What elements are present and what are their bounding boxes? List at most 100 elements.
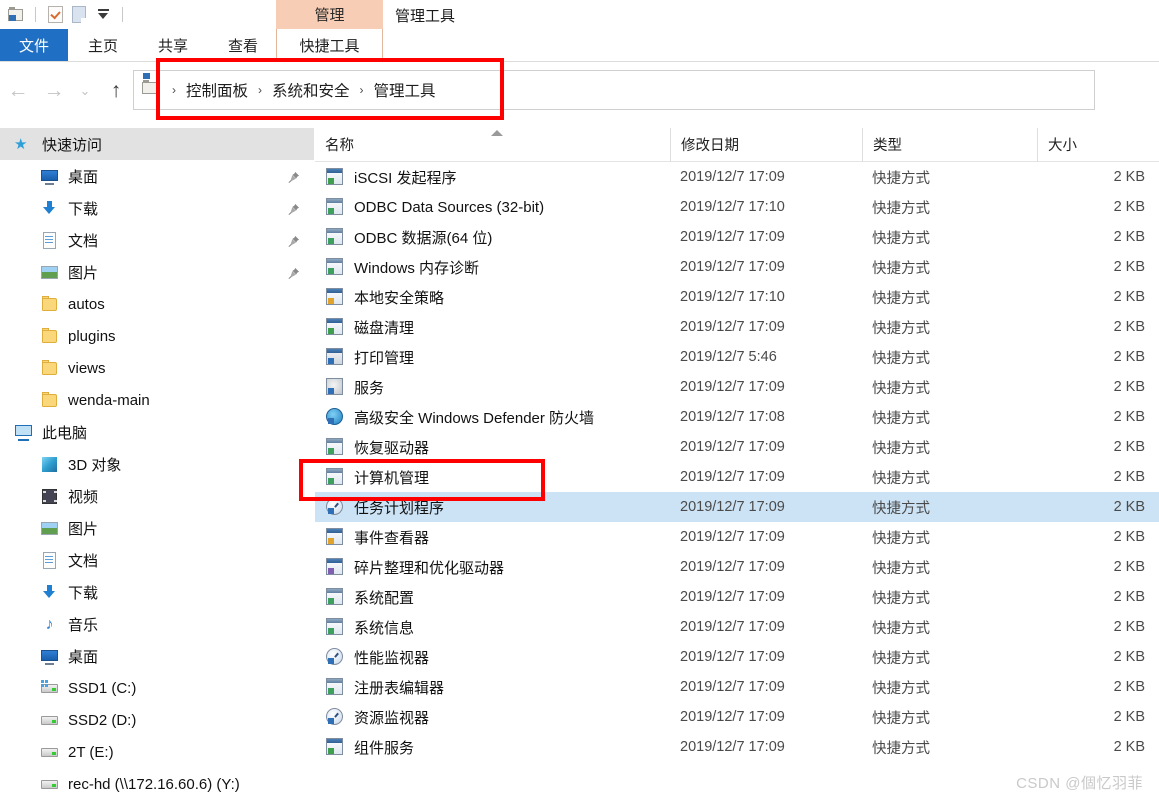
file-date: 2019/12/7 17:08 [680, 409, 785, 425]
breadcrumb-separator-2: › [359, 83, 364, 97]
sidebar-item[interactable]: 图片 [0, 512, 314, 544]
sidebar-item[interactable]: 下载 [0, 192, 314, 224]
sidebar-item-label: 视频 [68, 488, 99, 506]
table-row[interactable]: iSCSI 发起程序 2019/12/7 17:09 快捷方式 2 KB [315, 162, 1159, 192]
pin-icon[interactable] [288, 234, 300, 248]
sidebar-item[interactable]: 桌面 [0, 640, 314, 672]
computer-management-icon [325, 468, 345, 486]
breadcrumb-item-administrative-tools[interactable]: 管理工具 [368, 79, 442, 101]
file-name: 恢复驱动器 [354, 439, 430, 457]
table-row[interactable]: 注册表编辑器 2019/12/7 17:09 快捷方式 2 KB [315, 672, 1159, 702]
table-row[interactable]: 计算机管理 2019/12/7 17:09 快捷方式 2 KB [315, 462, 1159, 492]
file-name: 打印管理 [354, 349, 415, 367]
paste-icon[interactable] [67, 3, 91, 25]
table-row[interactable]: 系统配置 2019/12/7 17:09 快捷方式 2 KB [315, 582, 1159, 612]
column-header-date[interactable]: 修改日期 [670, 127, 862, 162]
sidebar-item[interactable]: ♪ 音乐 [0, 608, 314, 640]
back-button[interactable]: ← [0, 73, 36, 109]
sidebar-item[interactable]: wenda-main [0, 384, 314, 416]
file-type: 快捷方式 [872, 170, 930, 187]
contextual-tab-group-label: 管理 [314, 7, 345, 24]
table-row[interactable]: 磁盘清理 2019/12/7 17:09 快捷方式 2 KB [315, 312, 1159, 342]
table-row[interactable]: ODBC Data Sources (32-bit) 2019/12/7 17:1… [315, 192, 1159, 222]
sidebar-item[interactable]: rec-hd (\\172.16.60.6) (Y:) [0, 768, 314, 800]
performance-monitor-icon [325, 648, 345, 666]
drive-icon [40, 744, 59, 761]
folder-properties-icon[interactable] [4, 3, 28, 25]
new-item-icon[interactable] [43, 3, 67, 25]
sidebar-item[interactable]: 文档 [0, 224, 314, 256]
sidebar-item[interactable]: 2T (E:) [0, 736, 314, 768]
cell-name: 资源监视器 [315, 707, 670, 728]
navigation-pane[interactable]: ★ 快速访问 桌面 下载 文档 图片 autos plugins views wenda-main… [0, 128, 314, 801]
tab-home[interactable]: 主页 [68, 29, 138, 61]
column-header-name[interactable]: 名称 [315, 128, 670, 162]
sidebar-item[interactable]: plugins [0, 320, 314, 352]
sidebar-item[interactable]: autos [0, 288, 314, 320]
tab-shortcut-tools[interactable]: 快捷工具 [276, 29, 383, 61]
sidebar-section-quick-access[interactable]: ★ 快速访问 [0, 128, 314, 160]
sidebar-item-label: 2T (E:) [68, 743, 114, 761]
breadcrumb-item-system-and-security[interactable]: 系统和安全 [266, 79, 356, 101]
sidebar-item[interactable]: SSD1 (C:) [0, 672, 314, 704]
table-row[interactable]: 高级安全 Windows Defender 防火墙 2019/12/7 17:08… [315, 402, 1159, 432]
table-row[interactable]: 组件服务 2019/12/7 17:09 快捷方式 2 KB [315, 732, 1159, 762]
breadcrumb-item-control-panel[interactable]: 控制面板 [180, 79, 254, 101]
column-header-type[interactable]: 类型 [862, 127, 1037, 162]
sidebar-section-this-pc[interactable]: 此电脑 [0, 416, 314, 448]
pin-icon[interactable] [288, 170, 300, 184]
table-row[interactable]: ODBC 数据源(64 位) 2019/12/7 17:09 快捷方式 2 KB [315, 222, 1159, 252]
sidebar-item[interactable]: 3D 对象 [0, 448, 314, 480]
file-type: 快捷方式 [872, 740, 930, 757]
up-button[interactable]: ↑ [98, 73, 134, 109]
table-row[interactable]: 事件查看器 2019/12/7 17:09 快捷方式 2 KB [315, 522, 1159, 552]
table-row[interactable]: 碎片整理和优化驱动器 2019/12/7 17:09 快捷方式 2 KB [315, 552, 1159, 582]
sidebar-item-label: plugins [68, 327, 116, 345]
sidebar-item[interactable]: 下载 [0, 576, 314, 608]
downloads-icon [40, 200, 59, 217]
sidebar-item[interactable]: 视频 [0, 480, 314, 512]
toolbar-divider-1 [35, 6, 36, 22]
customize-caret-icon[interactable] [91, 3, 115, 25]
file-date: 2019/12/7 17:09 [680, 469, 785, 485]
recent-locations-button[interactable]: ⌄ [72, 73, 98, 109]
file-type: 快捷方式 [872, 350, 930, 367]
address-bar[interactable]: › 控制面板 › 系统和安全 › 管理工具 [133, 70, 1095, 110]
sidebar-item-label: 桌面 [68, 648, 99, 666]
table-row[interactable]: 性能监视器 2019/12/7 17:09 快捷方式 2 KB [315, 642, 1159, 672]
sidebar-item[interactable]: 桌面 [0, 160, 314, 192]
sidebar-item-label: wenda-main [68, 391, 150, 409]
table-row[interactable]: 系统信息 2019/12/7 17:09 快捷方式 2 KB [315, 612, 1159, 642]
table-row[interactable]: 任务计划程序 2019/12/7 17:09 快捷方式 2 KB [315, 492, 1159, 522]
table-row[interactable]: 本地安全策略 2019/12/7 17:10 快捷方式 2 KB [315, 282, 1159, 312]
control-panel-icon [142, 73, 164, 100]
disk-cleanup-icon [325, 318, 345, 336]
pin-icon[interactable] [288, 266, 300, 280]
sidebar-item-label: autos [68, 295, 105, 313]
table-row[interactable]: 资源监视器 2019/12/7 17:09 快捷方式 2 KB [315, 702, 1159, 732]
table-row[interactable]: 服务 2019/12/7 17:09 快捷方式 2 KB [315, 372, 1159, 402]
file-name: ODBC 数据源(64 位) [354, 229, 493, 247]
sidebar-item[interactable]: SSD2 (D:) [0, 704, 314, 736]
table-row[interactable]: 打印管理 2019/12/7 5:46 快捷方式 2 KB [315, 342, 1159, 372]
table-row[interactable]: Windows 内存诊断 2019/12/7 17:09 快捷方式 2 KB [315, 252, 1159, 282]
forward-button[interactable]: → [36, 73, 72, 109]
column-header-size[interactable]: 大小 [1037, 127, 1159, 162]
sidebar-item-label: 下载 [68, 584, 99, 602]
file-size: 2 KB [1113, 199, 1145, 215]
breadcrumb-separator-0: › [172, 83, 176, 97]
ribbon-tabstrip: 文件 主页 共享 查看 [0, 29, 1159, 61]
cell-name: 组件服务 [315, 737, 670, 758]
pin-icon[interactable] [288, 202, 300, 216]
tab-file[interactable]: 文件 [0, 29, 68, 61]
table-row[interactable]: 恢复驱动器 2019/12/7 17:09 快捷方式 2 KB [315, 432, 1159, 462]
sidebar-item[interactable]: 图片 [0, 256, 314, 288]
file-type: 快捷方式 [872, 230, 930, 247]
tab-share[interactable]: 共享 [138, 29, 208, 61]
file-name: 碎片整理和优化驱动器 [354, 559, 505, 577]
sidebar-item[interactable]: views [0, 352, 314, 384]
services-icon [325, 378, 345, 396]
sidebar-item[interactable]: 文档 [0, 544, 314, 576]
file-type: 快捷方式 [872, 290, 930, 307]
tab-view[interactable]: 查看 [208, 29, 278, 61]
